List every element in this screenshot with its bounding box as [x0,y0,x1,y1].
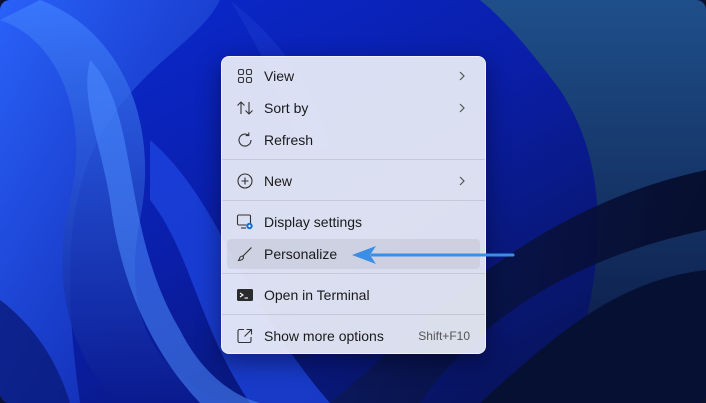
menu-item-label: Sort by [264,100,309,116]
menu-item-label: Show more options [264,328,384,344]
annotation-arrow-icon [352,246,515,264]
sort-icon [235,98,255,118]
display-settings-icon [235,212,255,232]
share-icon [235,326,255,346]
menu-item-label: Open in Terminal [264,287,370,303]
chevron-right-icon [454,173,470,189]
desktop-context-menu: View Sort by Refresh New Display setting… [221,56,486,354]
menu-divider [222,314,485,315]
menu-divider [222,200,485,201]
menu-item-label: Refresh [264,132,314,148]
plus-circle-icon [235,171,255,191]
menu-item-display-settings[interactable]: Display settings [227,207,480,237]
menu-item-open-in-terminal[interactable]: Open in Terminal [227,280,480,310]
menu-item-label: New [264,173,293,189]
chevron-right-icon [454,100,470,116]
chevron-right-icon [454,68,470,84]
menu-item-view[interactable]: View [227,61,480,91]
refresh-icon [235,130,255,150]
grid-view-icon [235,66,255,86]
menu-item-label: Display settings [264,214,363,230]
terminal-icon [235,285,255,305]
brush-icon [235,244,255,264]
menu-item-new[interactable]: New [227,166,480,196]
menu-item-sort-by[interactable]: Sort by [227,93,480,123]
keyboard-shortcut: Shift+F10 [418,329,470,343]
menu-divider [222,273,485,274]
menu-item-show-more-options[interactable]: Show more options Shift+F10 [227,321,480,351]
menu-item-refresh[interactable]: Refresh [227,125,480,155]
menu-item-label: View [264,68,295,84]
menu-divider [222,159,485,160]
